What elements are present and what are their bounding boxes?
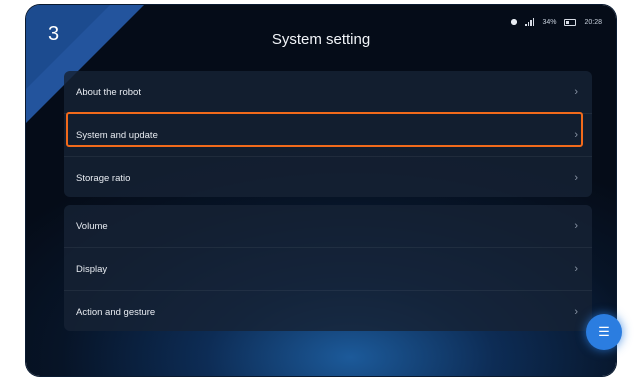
settings-item-volume[interactable]: Volume ›	[64, 205, 592, 248]
settings-item-about-robot[interactable]: About the robot ›	[64, 71, 592, 114]
settings-item-label: Display	[76, 263, 108, 275]
status-bar: 34% 20:28	[511, 18, 602, 26]
battery-icon	[564, 18, 577, 26]
settings-item-label: Volume	[76, 220, 108, 232]
settings-group-media: Volume › Display › Action and gesture ›	[64, 205, 592, 331]
settings-item-label: Action and gesture	[76, 306, 156, 318]
floating-menu-button[interactable]: ☰	[586, 314, 622, 350]
settings-item-label: Storage ratio	[76, 172, 131, 184]
page-title: System setting	[271, 31, 371, 48]
chevron-right-icon: ›	[574, 86, 578, 98]
device-screen: 3 System setting 34% 20:28 About the rob…	[26, 5, 616, 376]
signal-icon	[525, 18, 535, 26]
chevron-right-icon: ›	[574, 220, 578, 232]
record-icon	[511, 19, 518, 25]
settings-item-display[interactable]: Display ›	[64, 248, 592, 291]
settings-item-label: About the robot	[76, 86, 141, 98]
chevron-right-icon: ›	[574, 263, 578, 275]
chevron-right-icon: ›	[574, 172, 578, 184]
menu-icon: ☰	[598, 324, 610, 339]
chevron-right-icon: ›	[574, 306, 578, 318]
highlight-box-system-update	[66, 112, 583, 147]
battery-percent: 34%	[542, 18, 557, 26]
settings-item-action-gesture[interactable]: Action and gesture ›	[64, 291, 592, 333]
status-time: 20:28	[584, 18, 602, 26]
settings-item-storage-ratio[interactable]: Storage ratio ›	[64, 157, 592, 199]
